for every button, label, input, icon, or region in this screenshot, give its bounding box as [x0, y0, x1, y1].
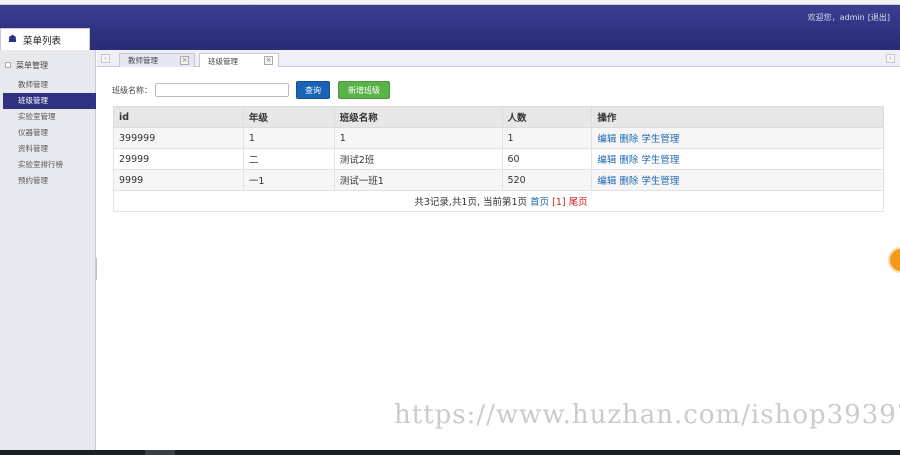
- cell-count: 520: [501, 169, 593, 191]
- pager-summary: 共3记录,共1页, 当前第1页: [414, 197, 528, 208]
- column-header-actions: 操作: [591, 106, 884, 128]
- cell-id: 399999: [113, 127, 244, 149]
- table-row: 9999 一1 测试一班1 520 编辑 删除 学生管理: [113, 169, 884, 191]
- current-page: [1]: [552, 197, 566, 208]
- edit-link[interactable]: 编辑: [597, 176, 616, 187]
- tab-label: 班级管理: [208, 56, 238, 66]
- sidebar-item-reservation[interactable]: 预约管理: [0, 173, 96, 189]
- welcome-text: 欢迎您，admin [退出]: [808, 12, 890, 23]
- sidebar-item-material[interactable]: 资料管理: [0, 141, 96, 157]
- query-button[interactable]: 查询: [296, 81, 330, 99]
- cell-grade: 二: [242, 148, 335, 170]
- pager: 共3记录,共1页, 当前第1页 首页 [1] 尾页: [113, 190, 884, 212]
- sidebar-item-lab-ranking[interactable]: 实验室排行榜: [0, 157, 96, 173]
- menu-list-header: ☗ 菜单列表: [0, 28, 90, 50]
- table-header-row: id 年级 班级名称 人数 操作: [113, 106, 884, 128]
- table-row: 29999 二 测试2班 60 编辑 删除 学生管理: [113, 148, 884, 170]
- taskbar-item[interactable]: [145, 450, 175, 455]
- cell-class-name: 测试一班1: [333, 169, 503, 191]
- column-header-class-name: 班级名称: [333, 106, 503, 128]
- tab-teacher[interactable]: 教师管理 ×: [119, 53, 195, 67]
- student-management-link[interactable]: 学生管理: [641, 176, 679, 187]
- expand-icon: [5, 62, 11, 68]
- sidebar: 菜单管理 教师管理 班级管理 实验室管理 仪器管理 资料管理 实验室排行榜 预约…: [0, 50, 96, 450]
- cell-actions: 编辑 删除 学生管理: [591, 169, 884, 191]
- sidebar-item-lab[interactable]: 实验室管理: [0, 109, 96, 125]
- sidebar-group-label: 菜单管理: [16, 60, 48, 70]
- tab-bar: ‹ 教师管理 × 班级管理 × ›: [97, 50, 900, 68]
- watermark: https://www.huzhan.com/ishop39397: [394, 400, 900, 430]
- student-management-link[interactable]: 学生管理: [641, 155, 679, 166]
- column-header-grade: 年级: [242, 106, 335, 128]
- delete-link[interactable]: 删除: [619, 155, 638, 166]
- table-row: 399999 1 1 1 编辑 删除 学生管理: [113, 127, 884, 149]
- tab-scroll-left-icon[interactable]: ‹: [101, 54, 110, 63]
- class-name-label: 班级名称：: [112, 85, 152, 95]
- tab-class[interactable]: 班级管理 ×: [199, 53, 279, 68]
- sidebar-group-menu-management[interactable]: 菜单管理: [0, 58, 96, 72]
- cell-class-name: 1: [333, 127, 503, 149]
- menu-list-title: 菜单列表: [22, 35, 61, 47]
- tab-label: 教师管理: [128, 56, 158, 65]
- main-content: 班级名称： 查询 新增班级 id 年级 班级名称 人数 操作 399999 1 …: [97, 67, 900, 450]
- edit-link[interactable]: 编辑: [597, 155, 616, 166]
- logout-link[interactable]: [退出]: [868, 13, 890, 22]
- sidebar-item-instrument[interactable]: 仪器管理: [0, 125, 96, 141]
- edit-link[interactable]: 编辑: [597, 134, 616, 145]
- cell-grade: 一1: [242, 169, 335, 191]
- home-icon: ☗: [8, 34, 17, 45]
- close-icon[interactable]: ×: [264, 56, 273, 65]
- class-table: id 年级 班级名称 人数 操作 399999 1 1 1 编辑 删除 学生管理 2…: [113, 106, 884, 212]
- cell-id: 29999: [113, 148, 244, 170]
- cell-count: 60: [501, 148, 593, 170]
- column-header-id: id: [113, 106, 244, 128]
- add-class-button[interactable]: 新增班级: [338, 81, 390, 99]
- cell-id: 9999: [113, 169, 244, 191]
- cell-grade: 1: [242, 127, 335, 149]
- cell-class-name: 测试2班: [333, 148, 503, 170]
- sidebar-item-teacher[interactable]: 教师管理: [0, 77, 96, 93]
- last-page-link[interactable]: 尾页: [569, 197, 588, 208]
- delete-link[interactable]: 删除: [619, 176, 638, 187]
- delete-link[interactable]: 删除: [619, 134, 638, 145]
- student-management-link[interactable]: 学生管理: [641, 134, 679, 145]
- close-icon[interactable]: ×: [180, 56, 189, 65]
- top-header: 欢迎您，admin [退出]: [0, 5, 900, 50]
- welcome-user: 欢迎您，admin: [807, 13, 865, 22]
- sidebar-items: 教师管理 班级管理 实验室管理 仪器管理 资料管理 实验室排行榜 预约管理: [0, 77, 96, 189]
- cell-actions: 编辑 删除 学生管理: [591, 127, 884, 149]
- tab-scroll-right-icon[interactable]: ›: [886, 54, 895, 63]
- search-row: 班级名称： 查询 新增班级: [112, 81, 390, 99]
- class-name-input[interactable]: [155, 83, 289, 97]
- pager-row: 共3记录,共1页, 当前第1页 首页 [1] 尾页: [113, 190, 884, 212]
- first-page-link[interactable]: 首页: [530, 197, 549, 208]
- cell-count: 1: [501, 127, 593, 149]
- taskbar: [0, 450, 900, 455]
- column-header-count: 人数: [501, 106, 593, 128]
- cell-actions: 编辑 删除 学生管理: [591, 148, 884, 170]
- sidebar-item-class[interactable]: 班级管理: [3, 93, 96, 109]
